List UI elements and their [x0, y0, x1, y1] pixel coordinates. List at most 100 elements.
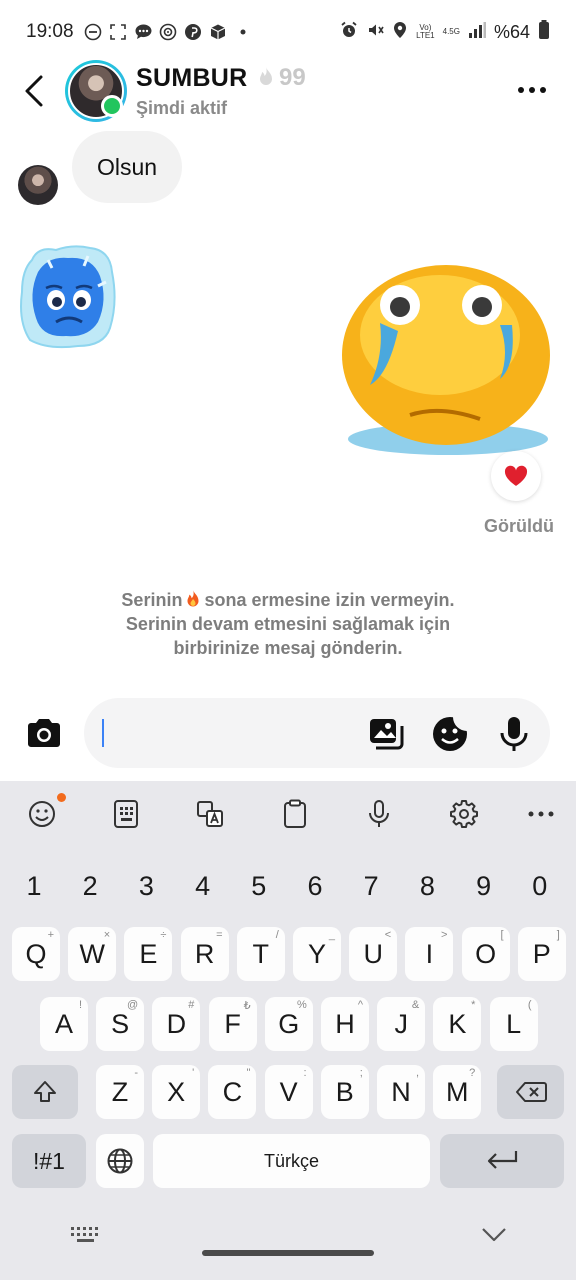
key-j[interactable]: J &	[377, 997, 426, 1051]
sticker-icon	[433, 717, 467, 751]
back-button[interactable]	[20, 74, 50, 108]
key-7[interactable]: 7	[345, 859, 397, 913]
key-0[interactable]: 0	[514, 859, 566, 913]
key-alt-symbol: -	[134, 1067, 138, 1079]
key-label: L	[506, 1008, 522, 1039]
key-label: Y	[307, 938, 326, 969]
key-v[interactable]: V:	[264, 1065, 313, 1119]
key-w[interactable]: W ×	[68, 927, 117, 981]
location-icon	[392, 21, 408, 44]
key-i[interactable]: I >	[405, 927, 454, 981]
key-s[interactable]: S @	[96, 997, 145, 1051]
key-alt-symbol: [	[500, 929, 504, 941]
shift-key[interactable]	[12, 1065, 78, 1119]
symbols-key[interactable]: !#1	[12, 1134, 86, 1188]
mute-icon	[366, 21, 384, 44]
key-p[interactable]: P]	[517, 927, 566, 981]
space-key[interactable]: Türkçe	[153, 1134, 430, 1188]
message-bubble[interactable]: Olsun	[72, 131, 183, 203]
key-alt-symbol: :	[303, 1067, 307, 1079]
backspace-key[interactable]	[497, 1065, 564, 1119]
clipboard-button[interactable]	[279, 798, 311, 830]
key-b[interactable]: B;	[320, 1065, 369, 1119]
hide-keyboard-button[interactable]	[480, 1223, 508, 1250]
camera-button[interactable]	[24, 713, 64, 753]
key-alt-symbol: ÷	[160, 929, 167, 941]
key-z[interactable]: Z-	[96, 1065, 144, 1119]
battery-percent: %64	[493, 21, 530, 42]
key-alt-symbol: ;	[359, 1067, 363, 1079]
key-k[interactable]: K *	[433, 997, 482, 1051]
clipboard-icon	[284, 799, 306, 828]
key-8[interactable]: 8	[401, 859, 453, 913]
key-q[interactable]: Q +	[12, 927, 60, 981]
key-r[interactable]: R =	[180, 927, 229, 981]
key-t[interactable]: T /	[236, 927, 285, 981]
key-alt-symbol: <	[384, 929, 392, 941]
key-alt-symbol: (	[527, 999, 532, 1011]
flame-icon	[260, 67, 272, 85]
language-key[interactable]	[96, 1134, 144, 1188]
chevron-down-icon	[482, 1228, 506, 1242]
net-gen-label: 4.5G	[442, 27, 460, 36]
key-label: W	[79, 938, 105, 969]
keyboard-settings-button[interactable]	[448, 798, 480, 830]
message-input-field[interactable]	[84, 698, 550, 768]
alarm-icon	[340, 21, 358, 44]
frozen-sad-sticker[interactable]	[18, 242, 118, 350]
key-2[interactable]: 2	[64, 859, 116, 913]
key-alt-symbol: "	[246, 1067, 251, 1079]
chat-icon	[134, 23, 153, 42]
key-alt-symbol: %	[297, 999, 307, 1011]
key-y[interactable]: Y _	[293, 927, 341, 981]
key-alt-symbol: _	[328, 929, 335, 941]
key-alt-symbol: !	[78, 999, 82, 1011]
key-u[interactable]: U <	[349, 927, 398, 981]
voice-input-button[interactable]	[363, 798, 395, 830]
key-alt-symbol: #	[188, 999, 195, 1011]
translate-button[interactable]	[194, 798, 226, 830]
key-alt-symbol: ×	[103, 929, 111, 941]
key-6[interactable]: 6	[289, 859, 341, 913]
key-label: P	[532, 938, 551, 969]
pinterest-icon	[184, 23, 203, 42]
key-label: I	[425, 938, 434, 969]
keyboard-switch-button[interactable]	[70, 1225, 102, 1250]
key-n[interactable]: N,	[377, 1065, 425, 1119]
key-x[interactable]: X '	[152, 1065, 201, 1119]
contact-name[interactable]: SUMBUR	[136, 64, 248, 93]
key-h[interactable]: H ^	[321, 997, 369, 1051]
heart-icon	[504, 465, 528, 486]
key-e[interactable]: E ÷	[124, 927, 173, 981]
more-options-button[interactable]	[512, 80, 552, 100]
dot-icon	[234, 23, 253, 42]
key-g[interactable]: G%	[264, 997, 313, 1051]
home-indicator[interactable]	[202, 1250, 374, 1256]
key-c[interactable]: C "	[208, 1065, 257, 1119]
emoji-button[interactable]	[26, 798, 58, 830]
key-l[interactable]: L(	[489, 997, 538, 1051]
globe-icon	[107, 1148, 133, 1174]
key-4[interactable]: 4	[177, 859, 229, 913]
key-label: U	[363, 938, 383, 969]
message-input[interactable]	[106, 718, 346, 748]
crying-emoji-sticker[interactable]	[340, 255, 555, 465]
key-label: Z	[111, 1076, 129, 1107]
key-9[interactable]: 9	[458, 859, 510, 913]
enter-key[interactable]	[440, 1134, 564, 1188]
key-5[interactable]: 5	[233, 859, 285, 913]
sticker-button[interactable]	[430, 714, 470, 754]
keypad-button[interactable]	[110, 798, 142, 830]
key-1[interactable]: 1	[8, 859, 60, 913]
key-m[interactable]: M?	[433, 1065, 482, 1119]
toolbar-more-button[interactable]	[525, 798, 557, 830]
sender-avatar[interactable]	[18, 165, 58, 205]
key-f[interactable]: F ₺	[208, 997, 257, 1051]
key-a[interactable]: A!	[40, 997, 88, 1051]
gallery-button[interactable]	[366, 714, 406, 754]
key-o[interactable]: O[	[461, 927, 510, 981]
voice-message-button[interactable]	[494, 714, 534, 754]
message-reaction[interactable]	[491, 451, 541, 501]
key-d[interactable]: D #	[152, 997, 201, 1051]
key-3[interactable]: 3	[120, 859, 172, 913]
